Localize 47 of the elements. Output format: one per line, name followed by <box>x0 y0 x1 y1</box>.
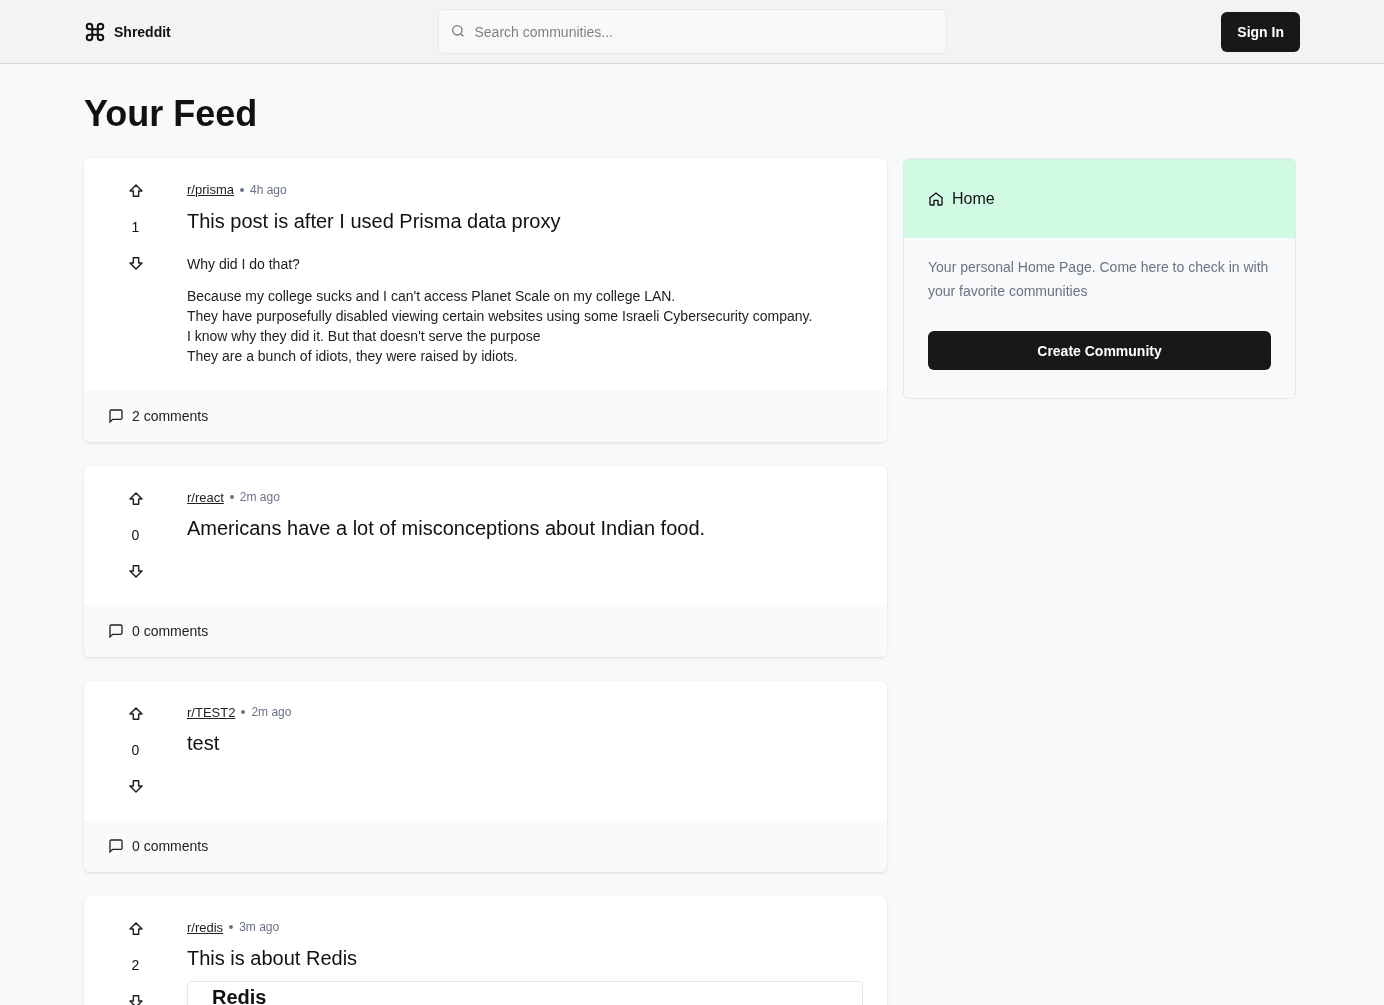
downvote-icon[interactable] <box>127 777 144 794</box>
dot-separator-icon <box>239 187 244 192</box>
post-time: 3m ago <box>239 919 280 936</box>
post-paragraph: Why did I do that? <box>187 254 301 274</box>
comments-button[interactable]: 0 comments <box>108 620 209 641</box>
embed-heading: Redis <box>212 986 268 1005</box>
sign-in-button[interactable]: Sign In <box>1221 11 1300 52</box>
dot-separator-icon <box>241 710 246 715</box>
post-title[interactable]: This post is after I used Prisma data proxy <box>187 205 863 236</box>
dot-separator-icon <box>229 925 234 930</box>
vote-count: 1 <box>131 218 140 237</box>
comment-icon <box>108 837 124 854</box>
dot-separator-icon <box>229 495 234 500</box>
vote-count: 0 <box>131 525 140 545</box>
comments-button[interactable]: 2 comments <box>108 405 209 426</box>
upvote-icon[interactable] <box>127 490 144 507</box>
post-title[interactable]: This is about Redis <box>187 943 863 973</box>
downvote-icon[interactable] <box>127 562 144 579</box>
comment-icon <box>108 407 124 424</box>
post-paragraph: Because my college sucks and I can't access Planet Scale on my college LAN. They have purposefully disabled viewing certain websites using some Israeli Cybersecurity company. I know why they did it. But that doesn't serve the purpose They are a bunch of idiots, they were raised by idiots. <box>187 286 814 366</box>
upvote-icon[interactable] <box>127 183 144 199</box>
post-title[interactable]: Americans have a lot of misconceptions about Indian food. <box>187 513 863 543</box>
subreddit-link[interactable]: r/redis <box>187 917 224 937</box>
comments-button[interactable]: 0 comments <box>108 835 209 856</box>
subreddit-link[interactable]: r/react <box>187 487 224 507</box>
command-logo-icon <box>84 20 106 43</box>
comment-icon <box>108 622 124 639</box>
search-field[interactable]: Search communities... <box>437 9 947 54</box>
downvote-icon[interactable] <box>127 255 144 271</box>
search-icon <box>449 23 466 39</box>
post-time: 4h ago <box>249 181 287 198</box>
upvote-icon[interactable] <box>127 920 144 937</box>
brand-name[interactable]: Shreddit <box>114 21 171 42</box>
vote-count: 0 <box>131 740 140 760</box>
page-title: Your Feed <box>84 92 259 136</box>
upvote-icon[interactable] <box>127 705 144 722</box>
subreddit-link[interactable]: r/TEST2 <box>187 702 236 722</box>
vote-count: 2 <box>131 955 140 975</box>
home-title: Home <box>952 188 995 209</box>
create-community-button[interactable]: Create Community <box>928 331 1271 370</box>
downvote-icon[interactable] <box>127 992 144 1005</box>
post-time: 2m ago <box>251 704 292 721</box>
home-description: Your personal Home Page. Come here to check in with your favorite communities <box>928 258 1270 301</box>
post-title[interactable]: test <box>187 728 863 758</box>
post-time: 2m ago <box>239 489 280 506</box>
subreddit-link[interactable]: r/prisma <box>187 180 234 200</box>
home-icon <box>928 190 944 207</box>
